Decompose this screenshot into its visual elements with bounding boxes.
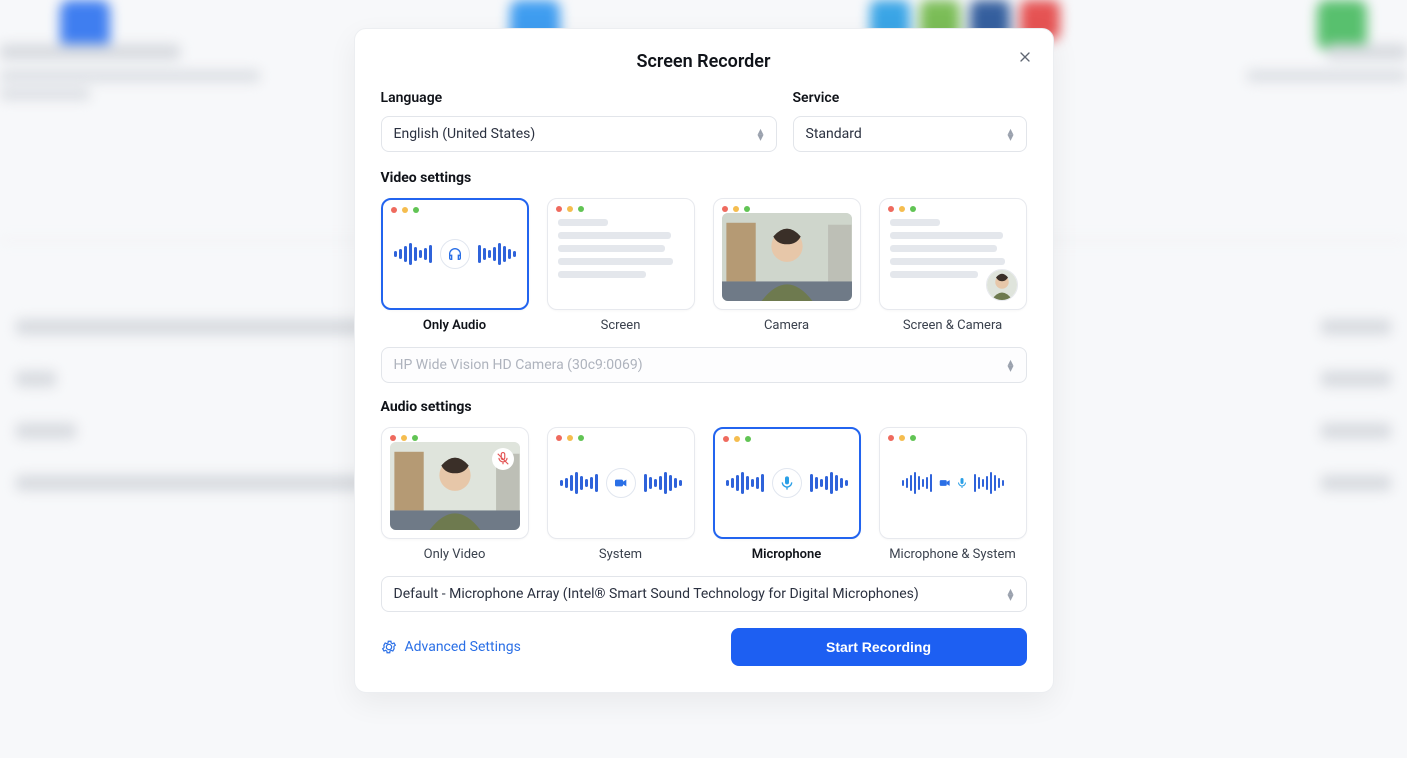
video-option-label: Only Audio (423, 318, 486, 333)
microphone-icon (956, 477, 968, 489)
audio-settings-label: Audio settings (381, 399, 1027, 415)
start-recording-button[interactable]: Start Recording (731, 628, 1027, 666)
audio-option-label: Microphone & System (889, 547, 1016, 562)
mic-off-icon (492, 448, 514, 470)
audio-option-microphone[interactable] (713, 427, 861, 539)
language-label: Language (381, 90, 777, 106)
camera-device-value: HP Wide Vision HD Camera (30c9:0069) (394, 357, 643, 373)
close-button[interactable] (1011, 43, 1039, 71)
microphone-icon (772, 468, 802, 498)
video-settings-label: Video settings (381, 170, 1027, 186)
microphone-device-value: Default - Microphone Array (Intel® Smart… (394, 586, 919, 602)
language-select[interactable]: English (United States) ▴▾ (381, 116, 777, 152)
video-camera-icon (938, 476, 952, 490)
audio-option-label: Microphone (752, 547, 822, 562)
audio-options: Only Video System (381, 427, 1027, 562)
video-option-screen-camera[interactable] (879, 198, 1027, 310)
audio-option-system[interactable] (547, 427, 695, 539)
screen-recorder-modal: Screen Recorder Language English (United… (354, 28, 1054, 693)
audio-option-label: System (599, 547, 642, 562)
chevron-updown-icon: ▴▾ (1007, 588, 1013, 600)
audio-option-mic-system[interactable] (879, 427, 1027, 539)
chevron-updown-icon: ▴▾ (1007, 359, 1013, 371)
video-options: Only Audio Screen (381, 198, 1027, 333)
advanced-settings-label: Advanced Settings (405, 639, 521, 655)
language-value: English (United States) (394, 126, 536, 142)
video-option-label: Screen (601, 318, 641, 333)
microphone-device-select[interactable]: Default - Microphone Array (Intel® Smart… (381, 576, 1027, 612)
close-icon (1017, 49, 1033, 65)
video-option-only-audio[interactable] (381, 198, 529, 310)
service-select[interactable]: Standard ▴▾ (793, 116, 1027, 152)
chevron-updown-icon: ▴▾ (1007, 128, 1013, 140)
video-camera-icon (606, 468, 636, 498)
camera-device-select[interactable]: HP Wide Vision HD Camera (30c9:0069) ▴▾ (381, 347, 1027, 383)
video-option-label: Camera (764, 318, 809, 333)
video-option-screen[interactable] (547, 198, 695, 310)
gear-icon (381, 639, 397, 655)
video-option-camera[interactable] (713, 198, 861, 310)
chevron-updown-icon: ▴▾ (757, 128, 763, 140)
service-label: Service (793, 90, 1027, 106)
audio-option-label: Only Video (424, 547, 486, 562)
video-option-label: Screen & Camera (903, 318, 1002, 333)
service-value: Standard (806, 126, 862, 142)
audio-option-only-video[interactable] (381, 427, 529, 539)
headphones-icon (440, 239, 470, 269)
advanced-settings-link[interactable]: Advanced Settings (381, 639, 521, 655)
modal-title: Screen Recorder (381, 51, 1027, 72)
